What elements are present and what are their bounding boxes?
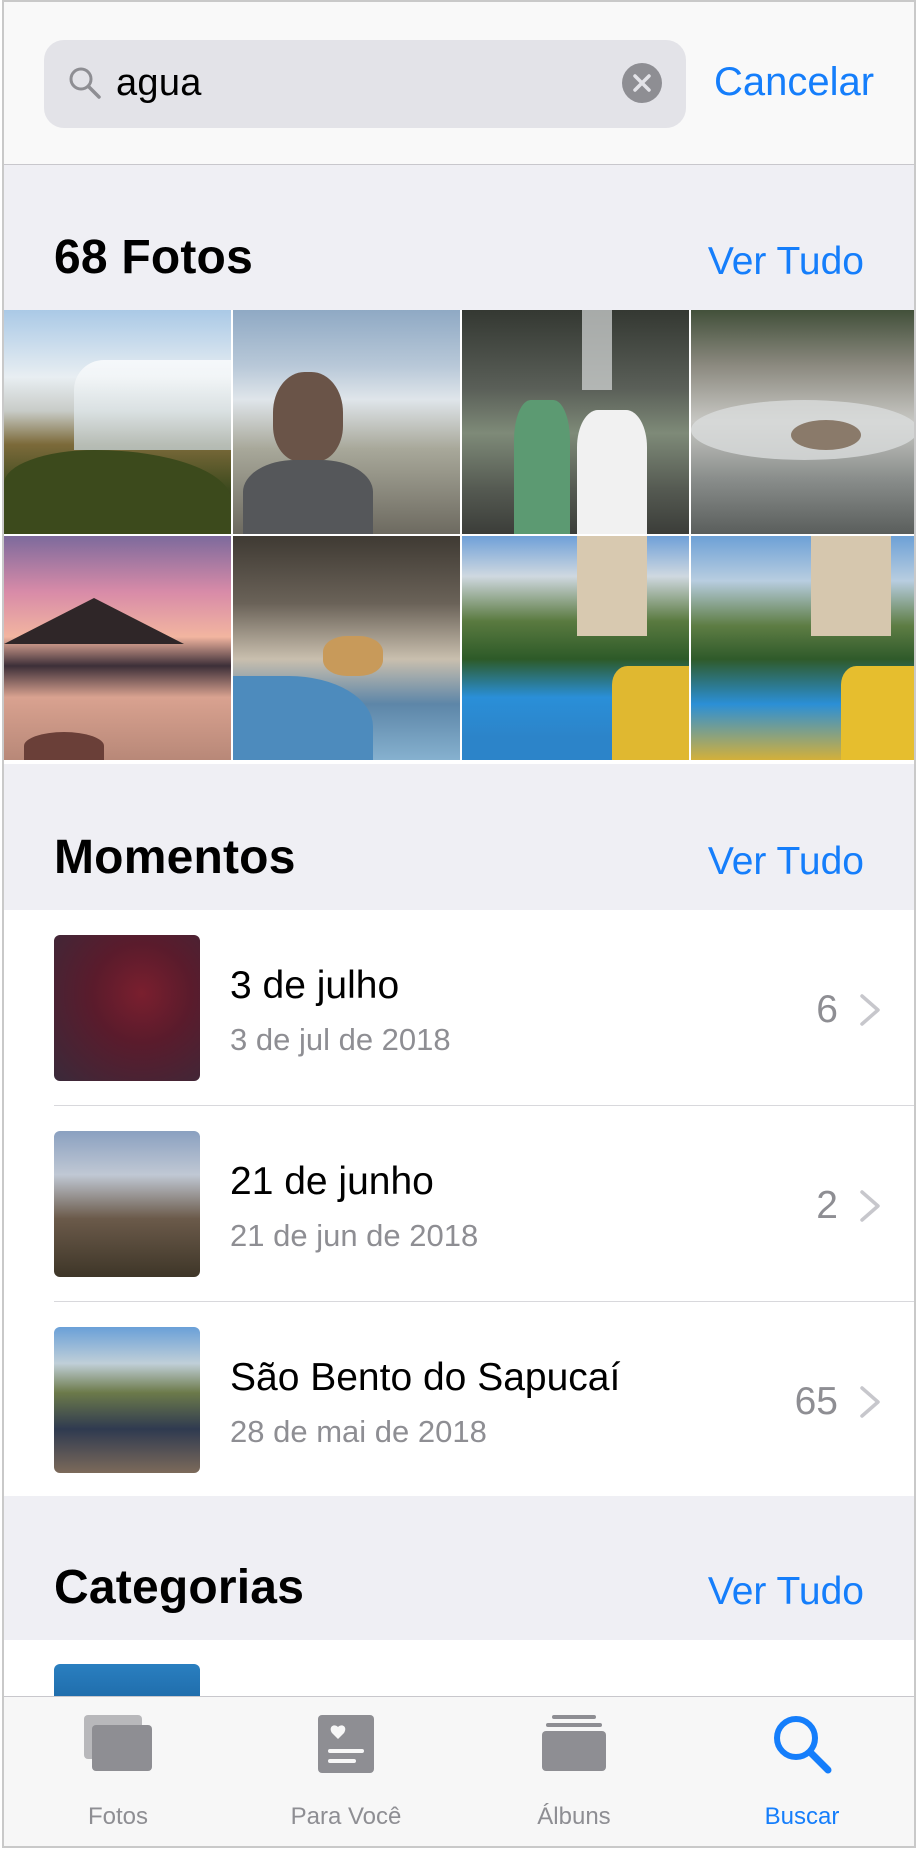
- moment-title: 21 de junho: [230, 1160, 434, 1203]
- moments-see-all-link[interactable]: Ver Tudo: [708, 840, 864, 884]
- moment-thumbnail: [54, 1327, 200, 1473]
- tab-label: Para Você: [290, 1803, 402, 1830]
- clear-search-button[interactable]: [622, 63, 662, 103]
- moment-title: 3 de julho: [230, 964, 400, 1007]
- moment-date: 21 de jun de 2018: [230, 1218, 479, 1253]
- tab-buscar[interactable]: Buscar: [688, 1697, 914, 1846]
- moment-thumbnail: [54, 1131, 200, 1277]
- photo-grid: [4, 310, 914, 764]
- photo-thumbnail[interactable]: [691, 536, 914, 760]
- photo-thumbnail[interactable]: [691, 310, 914, 534]
- photo-thumbnail[interactable]: [233, 536, 460, 760]
- cancel-button[interactable]: Cancelar: [714, 60, 874, 105]
- categories-section-title: Categorias: [54, 1561, 305, 1614]
- photos-icon: [84, 1715, 152, 1771]
- chevron-right-icon: [860, 994, 880, 1026]
- tab-label: Fotos: [87, 1803, 149, 1830]
- tab-albuns[interactable]: Álbuns: [460, 1697, 688, 1846]
- tab-label: Álbuns: [537, 1803, 611, 1830]
- search-query-text: agua: [116, 62, 202, 104]
- albums-icon: [542, 1715, 606, 1771]
- search-icon: [774, 1716, 832, 1774]
- photo-thumbnail[interactable]: [462, 536, 689, 760]
- moment-row[interactable]: 21 de junho 21 de jun de 2018 2: [4, 1106, 914, 1301]
- tab-bar: Fotos Para Você Álbuns Buscar: [4, 1696, 914, 1846]
- moment-row[interactable]: 3 de julho 3 de jul de 2018 6: [4, 910, 914, 1105]
- app-frame: agua Cancelar 68 Fotos Ver Tudo Momentos…: [2, 0, 916, 1848]
- chevron-right-icon: [860, 1190, 880, 1222]
- tab-fotos[interactable]: Fotos: [4, 1697, 232, 1846]
- moment-row[interactable]: São Bento do Sapucaí 28 de mai de 2018 6…: [4, 1302, 914, 1497]
- photos-see-all-link[interactable]: Ver Tudo: [708, 240, 864, 284]
- moment-date: 3 de jul de 2018: [230, 1022, 451, 1057]
- photos-section-title: 68 Fotos: [54, 231, 253, 284]
- tab-para-voce[interactable]: Para Você: [232, 1697, 460, 1846]
- moments-list: 3 de julho 3 de jul de 2018 6 21 de junh…: [4, 910, 914, 1497]
- photo-thumbnail[interactable]: [4, 536, 231, 760]
- photo-thumbnail[interactable]: [4, 310, 231, 534]
- chevron-right-icon: [860, 1386, 880, 1418]
- for-you-icon: [318, 1715, 374, 1773]
- search-header: agua Cancelar: [4, 2, 914, 165]
- moment-count: 6: [816, 988, 838, 1031]
- magnifier-icon: [69, 67, 101, 99]
- categories-row: [4, 1640, 914, 1704]
- close-icon: [633, 74, 651, 92]
- moment-title: São Bento do Sapucaí: [230, 1356, 621, 1399]
- search-input[interactable]: agua: [44, 40, 686, 128]
- moment-count: 2: [816, 1184, 838, 1227]
- categories-see-all-link[interactable]: Ver Tudo: [708, 1570, 864, 1614]
- tab-label: Buscar: [764, 1803, 840, 1830]
- moment-thumbnail: [54, 935, 200, 1081]
- moment-date: 28 de mai de 2018: [230, 1414, 487, 1449]
- photo-thumbnail[interactable]: [462, 310, 689, 534]
- moment-count: 65: [794, 1380, 838, 1423]
- moments-section-title: Momentos: [54, 831, 296, 884]
- photo-thumbnail[interactable]: [233, 310, 460, 534]
